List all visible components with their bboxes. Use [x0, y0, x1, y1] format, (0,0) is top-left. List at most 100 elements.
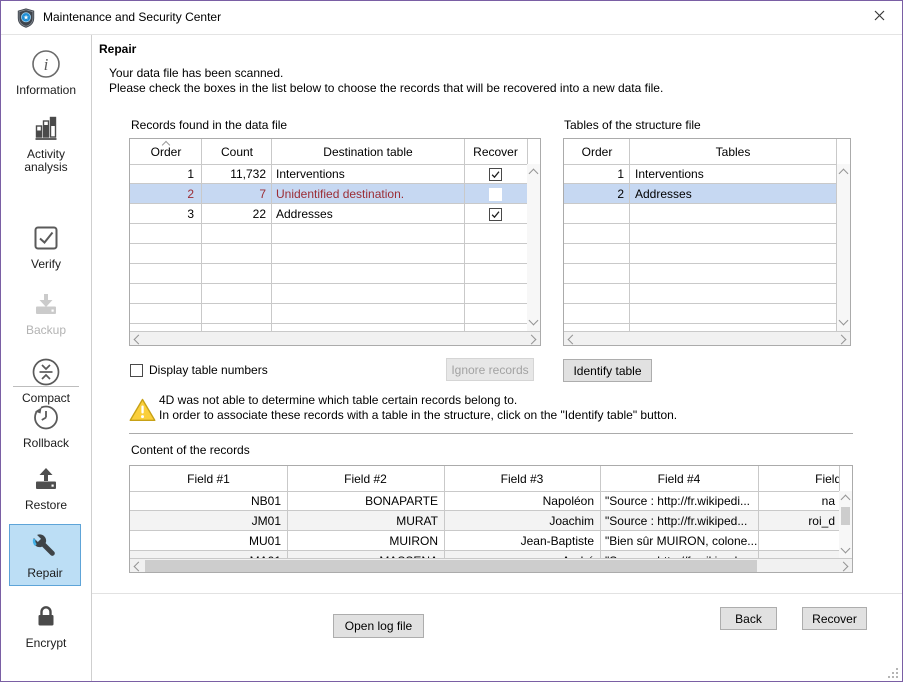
sidebar-item-activity-analysis[interactable]: Activity analysis	[1, 113, 91, 174]
sidebar: i Information Activity analysis	[1, 35, 92, 681]
scroll-left-icon[interactable]	[134, 335, 144, 345]
sidebar-item-label: Restore	[1, 499, 91, 512]
content-header-row: Field #1 Field #2 Field #3 Field #4 Fiel…	[130, 466, 839, 491]
scroll-up-icon[interactable]	[841, 495, 851, 505]
column-header-field2[interactable]: Field #2	[287, 466, 444, 491]
scroll-left-icon[interactable]	[134, 562, 144, 572]
repair-wrench-icon	[29, 530, 61, 565]
cell-field2: BONAPARTE	[287, 491, 444, 511]
table-row[interactable]: NB01 BONAPARTE Napoléon "Source : http:/…	[130, 491, 839, 511]
table-row[interactable]: 1 Interventions	[564, 164, 836, 184]
recover-checkbox-checked[interactable]	[489, 168, 502, 181]
sidebar-item-information[interactable]: i Information	[1, 49, 91, 97]
table-row[interactable]: 1 11,732 Interventions	[130, 164, 527, 184]
table-row-selected[interactable]: 2 7 Unidentified destination.	[130, 184, 527, 204]
table-row[interactable]: MA01 MASSENA André "Source : http://fr.w…	[130, 551, 839, 558]
cell-field1: JM01	[130, 511, 287, 531]
section-divider	[129, 433, 853, 434]
cell-field5: roi_d	[758, 511, 839, 531]
vertical-scrollbar[interactable]	[527, 164, 540, 331]
table-row[interactable]: MU01 MUIRON Jean-Baptiste "Bien sûr MUIR…	[130, 531, 839, 551]
structure-table-label: Tables of the structure file	[564, 118, 701, 132]
ignore-records-button: Ignore records	[446, 358, 534, 381]
column-header-recover[interactable]: Recover	[464, 139, 527, 164]
table-row[interactable]: JM01 MURAT Joachim "Source : http://fr.w…	[130, 511, 839, 531]
horizontal-scrollbar[interactable]	[130, 558, 852, 572]
cell-order: 2	[564, 184, 630, 204]
sidebar-item-repair[interactable]: Repair	[9, 524, 81, 586]
scroll-left-icon[interactable]	[568, 335, 578, 345]
cell-count: 11,732	[202, 164, 272, 184]
column-header-tables[interactable]: Tables	[630, 139, 836, 164]
cell-field5: na	[758, 491, 839, 511]
cell-order: 3	[130, 204, 202, 224]
vertical-scrollbar[interactable]	[837, 164, 850, 331]
recover-checkbox-checked[interactable]	[489, 208, 502, 221]
scroll-right-icon[interactable]	[837, 335, 847, 345]
column-header-destination[interactable]: Destination table	[272, 139, 464, 164]
scroll-right-icon[interactable]	[527, 335, 537, 345]
scroll-down-icon[interactable]	[841, 544, 851, 554]
cell-field1: NB01	[130, 491, 287, 511]
recover-button[interactable]: Recover	[802, 607, 867, 630]
vertical-scrollbar[interactable]	[839, 491, 852, 558]
cell-field3: Napoléon	[444, 491, 600, 511]
column-header-field4[interactable]: Field #4	[600, 466, 758, 491]
display-table-numbers-label: Display table numbers	[149, 363, 268, 377]
close-icon	[874, 10, 885, 24]
scroll-up-icon[interactable]	[529, 169, 539, 179]
scroll-down-icon[interactable]	[839, 316, 849, 326]
sidebar-item-compact[interactable]: Compact	[1, 357, 91, 405]
info-icon: i	[31, 68, 61, 82]
cell-field5	[758, 551, 839, 558]
cell-field2: MUIRON	[287, 531, 444, 551]
column-header-field1[interactable]: Field #1	[130, 466, 287, 491]
back-button[interactable]: Back	[720, 607, 777, 630]
table-row-selected[interactable]: 2 Addresses	[564, 184, 836, 204]
display-table-numbers-option[interactable]: Display table numbers	[130, 363, 268, 377]
sidebar-item-label: Verify	[1, 258, 91, 271]
cell-field1: MU01	[130, 531, 287, 551]
open-log-file-button[interactable]: Open log file	[333, 614, 424, 638]
shield-icon: ★	[17, 8, 35, 28]
cell-field1: MA01	[130, 551, 287, 558]
identify-table-button[interactable]: Identify table	[563, 359, 652, 382]
cell-field3: Joachim	[444, 511, 600, 531]
cell-count: 22	[202, 204, 272, 224]
cell-field4: "Source : http://fr.wikipedi...	[600, 491, 758, 511]
cell-field4: "Bien sûr MUIRON, colone...	[600, 531, 758, 551]
resize-grip[interactable]	[888, 667, 898, 677]
sidebar-item-restore[interactable]: Restore	[1, 464, 91, 512]
horizontal-scrollbar[interactable]	[130, 331, 540, 345]
sidebar-item-encrypt[interactable]: Encrypt	[1, 602, 91, 650]
display-table-numbers-checkbox[interactable]	[130, 364, 143, 377]
close-button[interactable]	[857, 1, 902, 33]
sidebar-item-rollback[interactable]: Rollback	[1, 402, 91, 450]
horizontal-scroll-thumb[interactable]	[145, 560, 757, 572]
recover-checkbox-unchecked[interactable]	[489, 188, 502, 201]
content-table-label: Content of the records	[131, 443, 250, 457]
scroll-up-icon[interactable]	[839, 169, 849, 179]
column-header-order[interactable]: Order	[130, 139, 202, 164]
cell-field2: MASSENA	[287, 551, 444, 558]
column-header-field5[interactable]: Field #5	[758, 466, 839, 491]
column-header-order[interactable]: Order	[564, 139, 630, 164]
scroll-down-icon[interactable]	[529, 316, 539, 326]
horizontal-scrollbar[interactable]	[564, 331, 850, 345]
cell-count: 7	[202, 184, 272, 204]
vertical-scroll-thumb[interactable]	[841, 507, 850, 525]
cell-destination: Interventions	[272, 164, 464, 184]
column-header-field3[interactable]: Field #3	[444, 466, 600, 491]
column-header-count[interactable]: Count	[202, 139, 272, 164]
cell-field2: MURAT	[287, 511, 444, 531]
sidebar-item-label: Encrypt	[1, 637, 91, 650]
sidebar-item-label: Activity analysis	[6, 148, 86, 174]
sidebar-separator	[13, 386, 79, 387]
cell-order: 1	[130, 164, 202, 184]
svg-text:i: i	[44, 55, 49, 74]
svg-text:★: ★	[23, 14, 29, 22]
scroll-right-icon[interactable]	[839, 562, 849, 572]
table-row[interactable]: 3 22 Addresses	[130, 204, 527, 224]
activity-analysis-icon	[31, 132, 61, 146]
sidebar-item-verify[interactable]: Verify	[1, 223, 91, 271]
